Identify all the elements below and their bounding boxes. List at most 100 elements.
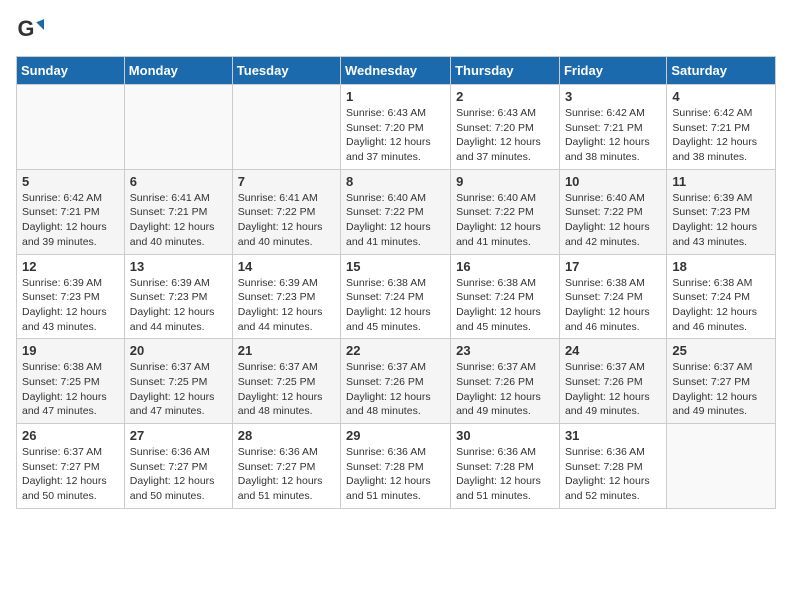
calendar-cell: 8 Sunrise: 6:40 AM Sunset: 7:22 PM Daylig…	[341, 169, 451, 254]
day-number: 3	[565, 89, 661, 104]
calendar-cell: 9Sunrise: 6:40 AM Sunset: 7:22 PM Daylig…	[451, 169, 560, 254]
day-number: 17	[565, 259, 661, 274]
calendar-cell	[17, 85, 125, 170]
calendar-cell	[232, 85, 340, 170]
day-header-thursday: Thursday	[451, 57, 560, 85]
day-number: 4	[672, 89, 770, 104]
calendar-cell: 21 Sunrise: 6:37 AM Sunset: 7:25 PM Dayli…	[232, 339, 340, 424]
day-info: Sunrise: 6:42 AM Sunset: 7:21 PM Dayligh…	[672, 106, 770, 165]
day-info: Sunrise: 6:42 AM Sunset: 7:21 PM Dayligh…	[565, 106, 661, 165]
calendar-week-row: 5Sunrise: 6:42 AM Sunset: 7:21 PM Daylig…	[17, 169, 776, 254]
calendar-cell: 13 Sunrise: 6:39 AM Sunset: 7:23 PM Dayli…	[124, 254, 232, 339]
day-number: 31	[565, 428, 661, 443]
day-info: Sunrise: 6:37 AM Sunset: 7:27 PM Dayligh…	[22, 445, 119, 504]
day-number: 20	[130, 343, 227, 358]
calendar-cell: 24 Sunrise: 6:37 AM Sunset: 7:26 PM Dayli…	[559, 339, 666, 424]
day-number: 13	[130, 259, 227, 274]
day-number: 6	[130, 174, 227, 189]
calendar-cell	[667, 424, 776, 509]
day-info: Sunrise: 6:39 AM Sunset: 7:23 PM Dayligh…	[672, 191, 770, 250]
calendar-cell: 15 Sunrise: 6:38 AM Sunset: 7:24 PM Dayli…	[341, 254, 451, 339]
calendar-cell: 20Sunrise: 6:37 AM Sunset: 7:25 PM Dayli…	[124, 339, 232, 424]
day-info: Sunrise: 6:40 AM Sunset: 7:22 PM Dayligh…	[346, 191, 445, 250]
calendar-header-row: SundayMondayTuesdayWednesdayThursdayFrid…	[17, 57, 776, 85]
day-number: 8	[346, 174, 445, 189]
day-info: Sunrise: 6:36 AM Sunset: 7:28 PM Dayligh…	[565, 445, 661, 504]
calendar-cell	[124, 85, 232, 170]
calendar-table: SundayMondayTuesdayWednesdayThursdayFrid…	[16, 56, 776, 509]
page-header: G	[16, 16, 776, 44]
calendar-cell: 28Sunrise: 6:36 AM Sunset: 7:27 PM Dayli…	[232, 424, 340, 509]
calendar-cell: 3 Sunrise: 6:42 AM Sunset: 7:21 PM Daylig…	[559, 85, 666, 170]
day-header-sunday: Sunday	[17, 57, 125, 85]
calendar-cell: 11Sunrise: 6:39 AM Sunset: 7:23 PM Dayli…	[667, 169, 776, 254]
calendar-cell: 4 Sunrise: 6:42 AM Sunset: 7:21 PM Daylig…	[667, 85, 776, 170]
calendar-cell: 14 Sunrise: 6:39 AM Sunset: 7:23 PM Dayli…	[232, 254, 340, 339]
calendar-cell: 29 Sunrise: 6:36 AM Sunset: 7:28 PM Dayli…	[341, 424, 451, 509]
day-info: Sunrise: 6:36 AM Sunset: 7:28 PM Dayligh…	[456, 445, 554, 504]
day-number: 7	[238, 174, 335, 189]
day-number: 2	[456, 89, 554, 104]
day-number: 18	[672, 259, 770, 274]
day-info: Sunrise: 6:36 AM Sunset: 7:27 PM Dayligh…	[238, 445, 335, 504]
day-info: Sunrise: 6:38 AM Sunset: 7:25 PM Dayligh…	[22, 360, 119, 419]
calendar-week-row: 19 Sunrise: 6:38 AM Sunset: 7:25 PM Dayli…	[17, 339, 776, 424]
calendar-week-row: 12 Sunrise: 6:39 AM Sunset: 7:23 PM Dayli…	[17, 254, 776, 339]
calendar-cell: 25 Sunrise: 6:37 AM Sunset: 7:27 PM Dayli…	[667, 339, 776, 424]
day-number: 5	[22, 174, 119, 189]
day-number: 24	[565, 343, 661, 358]
calendar-cell: 30 Sunrise: 6:36 AM Sunset: 7:28 PM Dayli…	[451, 424, 560, 509]
day-number: 27	[130, 428, 227, 443]
day-info: Sunrise: 6:37 AM Sunset: 7:25 PM Dayligh…	[238, 360, 335, 419]
day-info: Sunrise: 6:39 AM Sunset: 7:23 PM Dayligh…	[130, 276, 227, 335]
day-info: Sunrise: 6:41 AM Sunset: 7:21 PM Dayligh…	[130, 191, 227, 250]
day-info: Sunrise: 6:37 AM Sunset: 7:26 PM Dayligh…	[565, 360, 661, 419]
day-info: Sunrise: 6:37 AM Sunset: 7:26 PM Dayligh…	[456, 360, 554, 419]
day-info: Sunrise: 6:36 AM Sunset: 7:27 PM Dayligh…	[130, 445, 227, 504]
calendar-cell: 16 Sunrise: 6:38 AM Sunset: 7:24 PM Dayli…	[451, 254, 560, 339]
day-info: Sunrise: 6:39 AM Sunset: 7:23 PM Dayligh…	[22, 276, 119, 335]
day-info: Sunrise: 6:36 AM Sunset: 7:28 PM Dayligh…	[346, 445, 445, 504]
svg-text:G: G	[18, 16, 35, 41]
logo: G	[16, 16, 48, 44]
day-info: Sunrise: 6:43 AM Sunset: 7:20 PM Dayligh…	[456, 106, 554, 165]
calendar-cell: 22Sunrise: 6:37 AM Sunset: 7:26 PM Dayli…	[341, 339, 451, 424]
calendar-cell: 19 Sunrise: 6:38 AM Sunset: 7:25 PM Dayli…	[17, 339, 125, 424]
calendar-cell: 12 Sunrise: 6:39 AM Sunset: 7:23 PM Dayli…	[17, 254, 125, 339]
calendar-cell: 6 Sunrise: 6:41 AM Sunset: 7:21 PM Daylig…	[124, 169, 232, 254]
day-info: Sunrise: 6:41 AM Sunset: 7:22 PM Dayligh…	[238, 191, 335, 250]
day-number: 30	[456, 428, 554, 443]
day-info: Sunrise: 6:39 AM Sunset: 7:23 PM Dayligh…	[238, 276, 335, 335]
day-number: 16	[456, 259, 554, 274]
day-info: Sunrise: 6:40 AM Sunset: 7:22 PM Dayligh…	[565, 191, 661, 250]
calendar-cell: 27 Sunrise: 6:36 AM Sunset: 7:27 PM Dayli…	[124, 424, 232, 509]
day-number: 23	[456, 343, 554, 358]
day-info: Sunrise: 6:38 AM Sunset: 7:24 PM Dayligh…	[456, 276, 554, 335]
day-info: Sunrise: 6:38 AM Sunset: 7:24 PM Dayligh…	[346, 276, 445, 335]
calendar-week-row: 26Sunrise: 6:37 AM Sunset: 7:27 PM Dayli…	[17, 424, 776, 509]
calendar-cell: 7 Sunrise: 6:41 AM Sunset: 7:22 PM Daylig…	[232, 169, 340, 254]
day-number: 25	[672, 343, 770, 358]
day-header-friday: Friday	[559, 57, 666, 85]
day-info: Sunrise: 6:38 AM Sunset: 7:24 PM Dayligh…	[672, 276, 770, 335]
day-info: Sunrise: 6:38 AM Sunset: 7:24 PM Dayligh…	[565, 276, 661, 335]
day-number: 14	[238, 259, 335, 274]
day-header-tuesday: Tuesday	[232, 57, 340, 85]
day-number: 10	[565, 174, 661, 189]
day-info: Sunrise: 6:43 AM Sunset: 7:20 PM Dayligh…	[346, 106, 445, 165]
calendar-cell: 26Sunrise: 6:37 AM Sunset: 7:27 PM Dayli…	[17, 424, 125, 509]
day-info: Sunrise: 6:37 AM Sunset: 7:27 PM Dayligh…	[672, 360, 770, 419]
day-number: 19	[22, 343, 119, 358]
calendar-cell: 1Sunrise: 6:43 AM Sunset: 7:20 PM Daylig…	[341, 85, 451, 170]
day-number: 15	[346, 259, 445, 274]
calendar-cell: 18 Sunrise: 6:38 AM Sunset: 7:24 PM Dayli…	[667, 254, 776, 339]
day-number: 12	[22, 259, 119, 274]
calendar-cell: 2 Sunrise: 6:43 AM Sunset: 7:20 PM Daylig…	[451, 85, 560, 170]
logo-icon: G	[16, 16, 44, 44]
day-info: Sunrise: 6:37 AM Sunset: 7:26 PM Dayligh…	[346, 360, 445, 419]
calendar-cell: 31 Sunrise: 6:36 AM Sunset: 7:28 PM Dayli…	[559, 424, 666, 509]
calendar-cell: 5Sunrise: 6:42 AM Sunset: 7:21 PM Daylig…	[17, 169, 125, 254]
day-number: 21	[238, 343, 335, 358]
day-header-monday: Monday	[124, 57, 232, 85]
day-number: 29	[346, 428, 445, 443]
